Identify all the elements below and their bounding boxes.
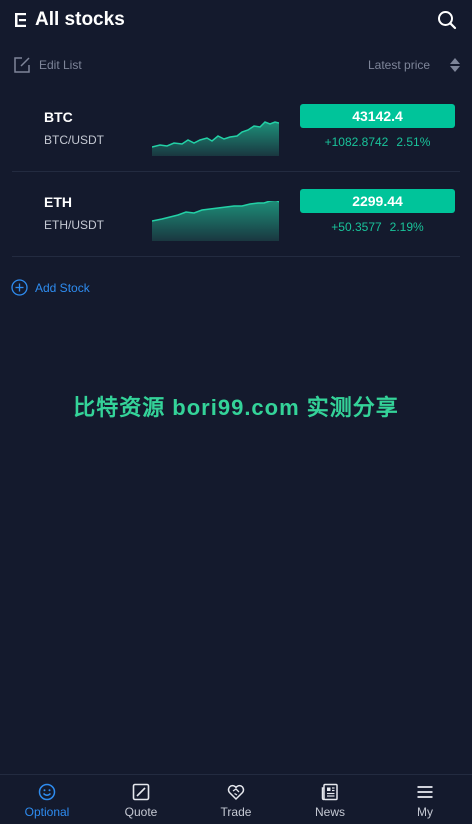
stock-symbol: ETH [44, 194, 72, 210]
stock-pair: BTC/USDT [44, 133, 104, 147]
handshake-icon [227, 784, 245, 801]
change-percent: 2.19% [389, 220, 424, 234]
tab-quote[interactable]: Quote [94, 775, 188, 824]
add-circle-icon [11, 279, 28, 296]
tab-trade[interactable]: Trade [189, 775, 283, 824]
edit-icon[interactable] [13, 56, 31, 74]
stock-row-eth[interactable]: ETH ETH/USDT 2299.44 +50.3577 2.19% [12, 173, 460, 257]
edit-list-button[interactable]: Edit List [39, 58, 82, 72]
tab-my[interactable]: My [378, 775, 472, 824]
menu-icon[interactable] [14, 12, 30, 28]
sparkline-chart [152, 201, 279, 241]
bottom-tab-bar: Optional Quote Trade News My [0, 774, 472, 824]
latest-price-badge[interactable]: 43142.4 [300, 104, 455, 128]
chart-icon [132, 783, 150, 801]
sparkline-chart [152, 121, 279, 156]
price-change: +50.3577 2.19% [300, 220, 455, 234]
tab-label: Trade [220, 805, 252, 819]
sort-icon[interactable] [449, 57, 461, 73]
latest-price-label[interactable]: Latest price [368, 58, 430, 72]
list-header: Edit List Latest price [0, 52, 472, 78]
page-title: All stocks [35, 9, 125, 30]
news-icon [321, 783, 338, 801]
price-change: +1082.8742 2.51% [300, 135, 455, 149]
change-percent: 2.51% [396, 135, 431, 149]
watermark-text: 比特资源 bori99.com 实测分享 [73, 395, 399, 420]
add-stock-label: Add Stock [35, 281, 90, 295]
stock-symbol: BTC [44, 109, 73, 125]
tab-optional[interactable]: Optional [0, 775, 94, 824]
change-value: +1082.8742 [324, 135, 389, 149]
app-header: All stocks [0, 0, 472, 42]
menu-lines-icon [417, 786, 433, 798]
tab-label: My [417, 805, 433, 819]
smile-icon [38, 783, 56, 801]
tab-label: News [314, 805, 345, 819]
latest-price-badge[interactable]: 2299.44 [300, 189, 455, 213]
stock-pair: ETH/USDT [44, 218, 104, 232]
stock-row-btc[interactable]: BTC BTC/USDT 43142.4 +1082.8742 2.51% [12, 88, 460, 172]
search-icon[interactable] [437, 10, 457, 30]
change-value: +50.3577 [331, 220, 382, 234]
tab-label: Optional [24, 805, 70, 819]
tab-label: Quote [124, 805, 158, 819]
tab-news[interactable]: News [283, 775, 377, 824]
